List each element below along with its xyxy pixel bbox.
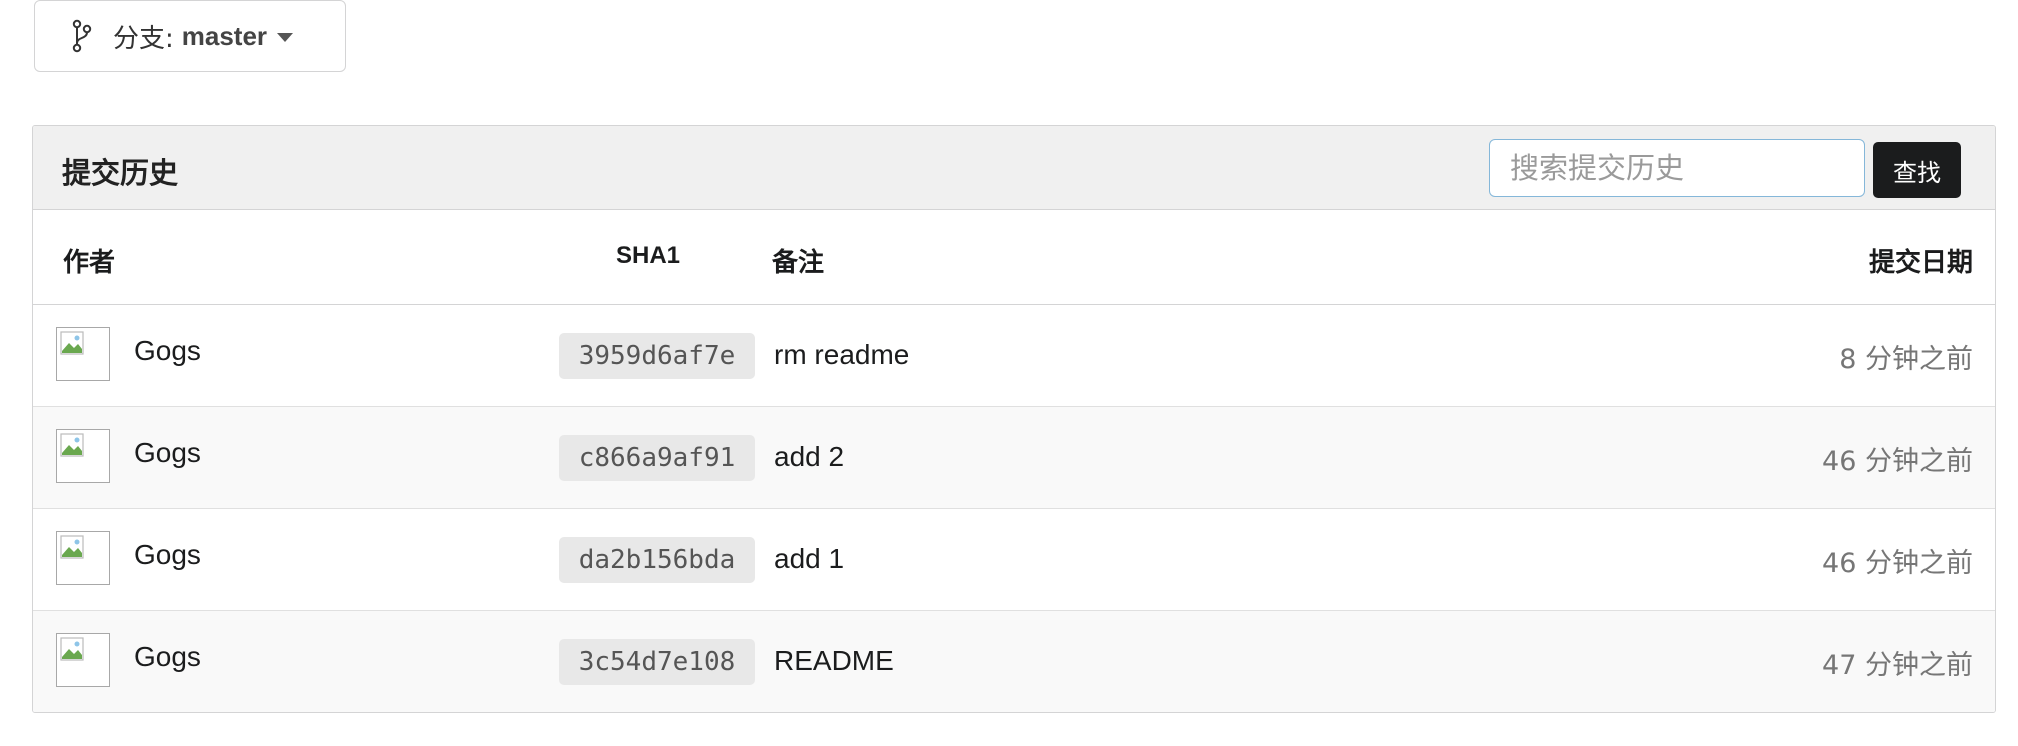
commit-sha-link[interactable]: 3c54d7e108 xyxy=(559,639,755,685)
commit-sha-link[interactable]: c866a9af91 xyxy=(559,435,755,481)
commit-sha-link[interactable]: da2b156bda xyxy=(559,537,755,583)
author-name[interactable]: Gogs xyxy=(134,641,201,673)
table-header-row: 作者 SHA1 备注 提交日期 xyxy=(33,210,1995,305)
table-row: Gogs 3c54d7e108 README 47 分钟之前 xyxy=(33,611,1995,712)
table-row: Gogs 3959d6af7e rm readme 8 分钟之前 xyxy=(33,305,1995,407)
broken-image-icon xyxy=(60,637,84,661)
broken-image-icon xyxy=(60,331,84,355)
commit-message[interactable]: add 2 xyxy=(774,441,844,473)
commit-date: 8 分钟之前 xyxy=(1839,344,1973,375)
commit-message[interactable]: add 1 xyxy=(774,543,844,575)
avatar xyxy=(56,633,110,687)
author-name[interactable]: Gogs xyxy=(134,335,201,367)
chevron-down-icon xyxy=(277,32,294,42)
table-row: Gogs c866a9af91 add 2 46 分钟之前 xyxy=(33,407,1995,509)
commit-date: 46 分钟之前 xyxy=(1822,446,1973,477)
commit-message[interactable]: rm readme xyxy=(774,339,909,371)
branch-selector-button[interactable]: 分支: master xyxy=(34,0,346,72)
commits-header: 提交历史 查找 xyxy=(33,126,1995,210)
commit-date: 46 分钟之前 xyxy=(1822,548,1973,579)
column-header-author: 作者 xyxy=(63,248,116,278)
branch-prefix-label: 分支: xyxy=(113,23,174,54)
avatar xyxy=(56,327,110,381)
broken-image-icon xyxy=(60,433,84,457)
avatar xyxy=(56,429,110,483)
search-button[interactable]: 查找 xyxy=(1873,142,1961,198)
commits-title: 提交历史 xyxy=(62,156,179,190)
column-header-message: 备注 xyxy=(772,248,825,278)
author-name[interactable]: Gogs xyxy=(134,539,201,571)
commit-date: 47 分钟之前 xyxy=(1822,650,1973,681)
broken-image-icon xyxy=(60,535,84,559)
branch-name: master xyxy=(181,20,268,51)
branch-icon xyxy=(71,19,93,53)
column-header-date: 提交日期 xyxy=(1868,248,1973,278)
search-commits-input[interactable] xyxy=(1489,139,1865,197)
author-name[interactable]: Gogs xyxy=(134,437,201,469)
avatar xyxy=(56,531,110,585)
commit-sha-link[interactable]: 3959d6af7e xyxy=(559,333,755,379)
commit-message[interactable]: README xyxy=(774,645,894,677)
table-row: Gogs da2b156bda add 1 46 分钟之前 xyxy=(33,509,1995,611)
commits-table: 提交历史 查找 作者 SHA1 备注 提交日期 Gogs 3959d6af7e … xyxy=(32,125,1996,713)
column-header-sha: SHA1 xyxy=(616,242,681,269)
